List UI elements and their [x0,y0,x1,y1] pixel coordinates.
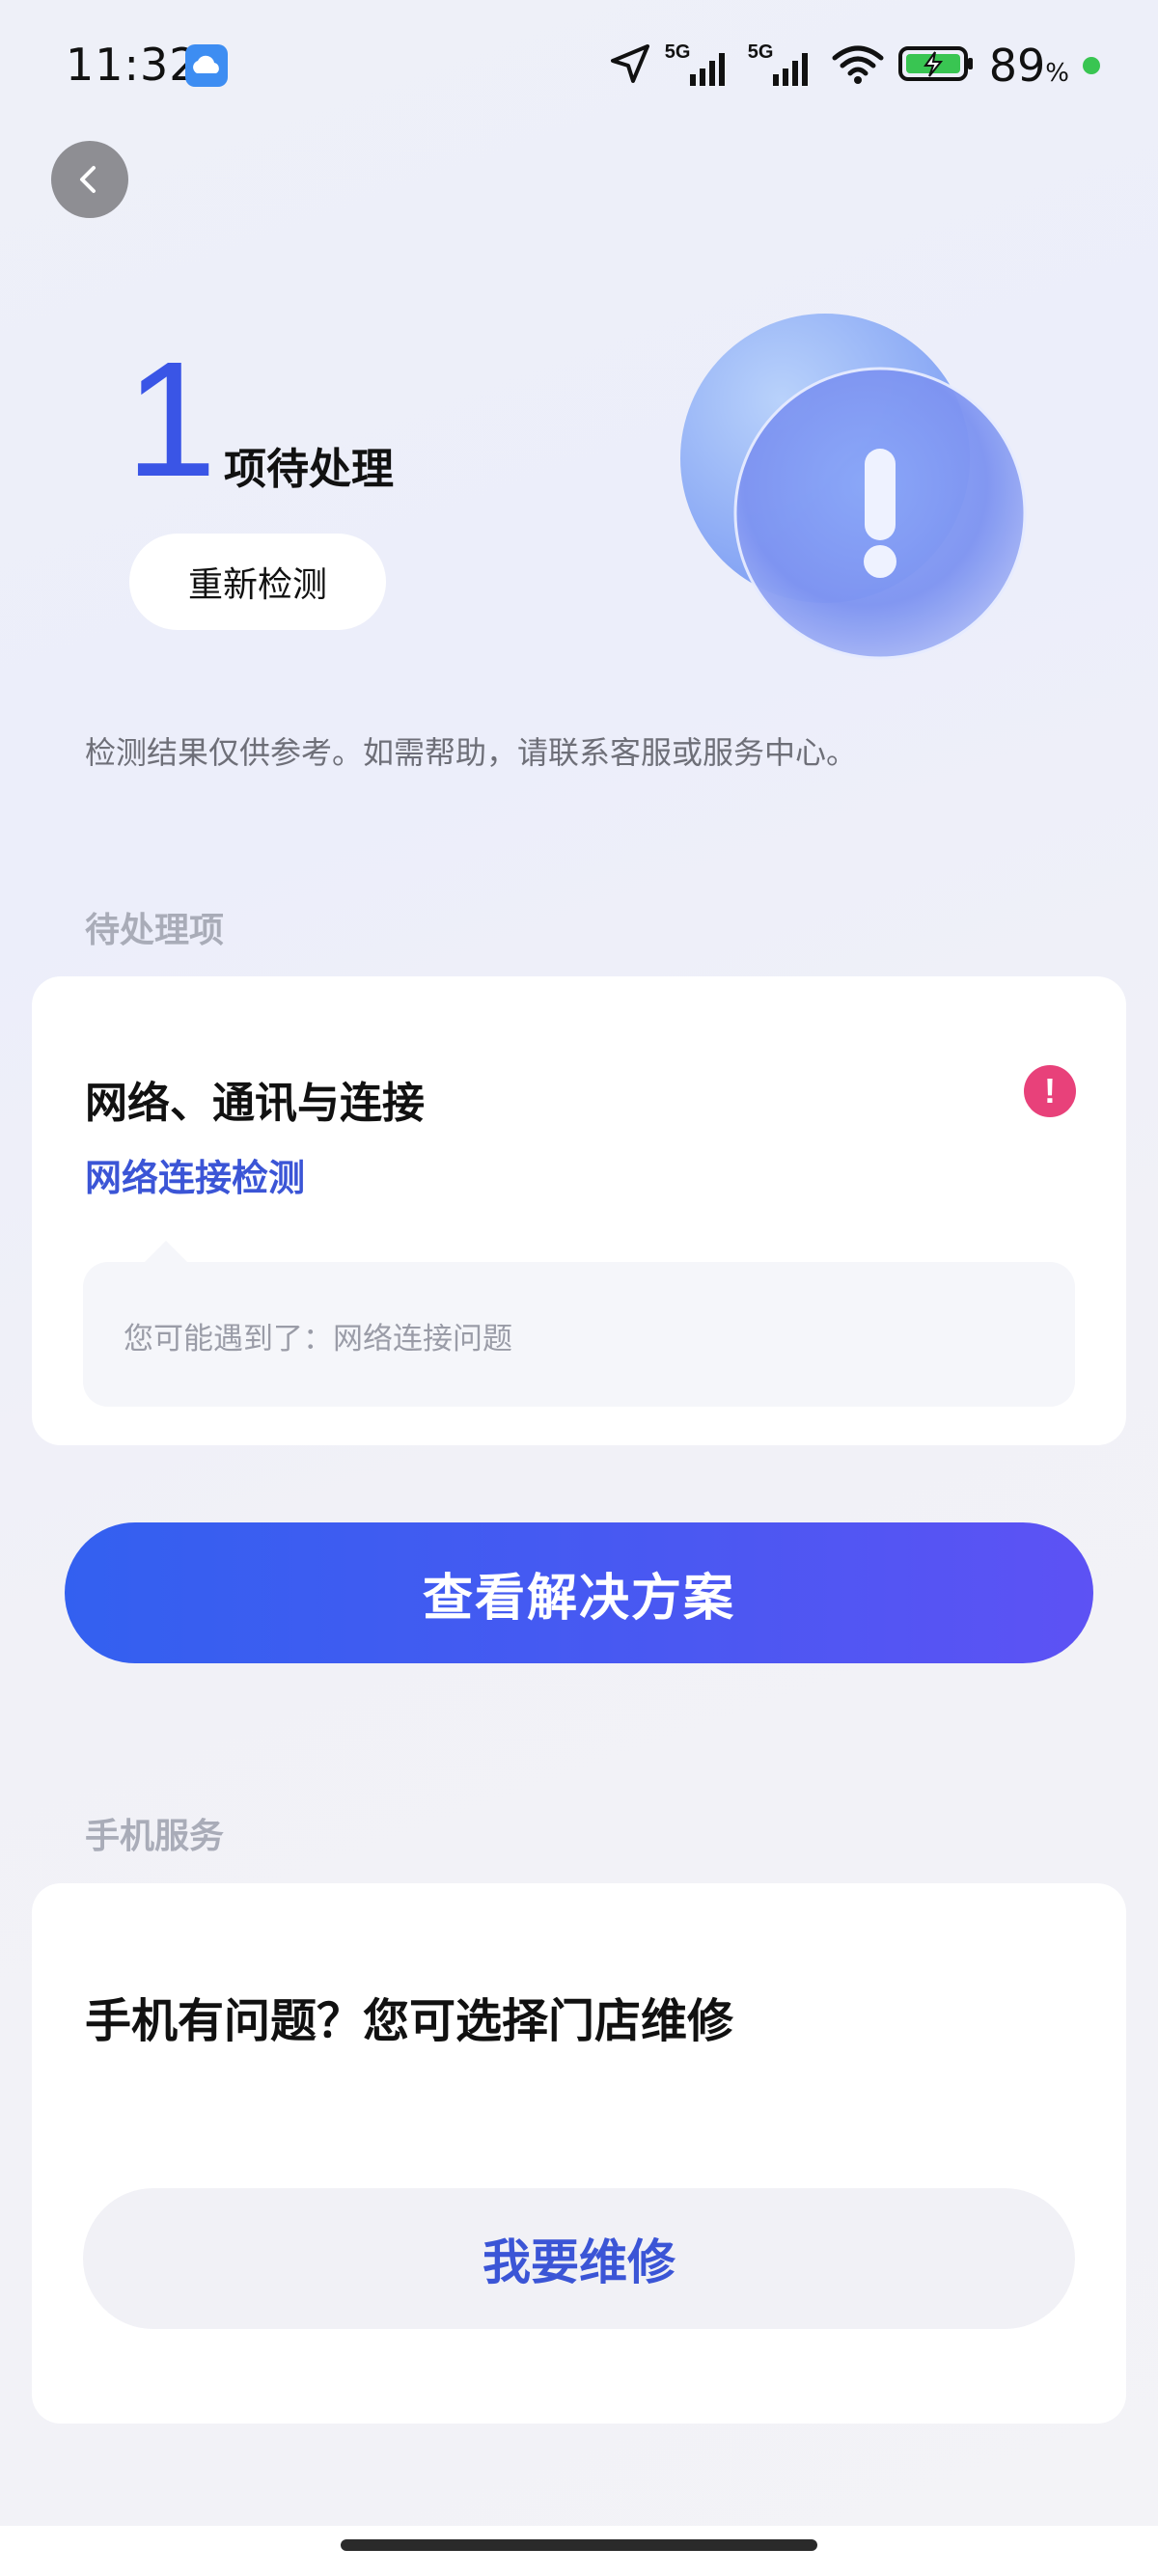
pending-count: 1 [125,328,217,511]
location-icon [609,42,651,89]
battery-icon [897,44,976,87]
signal-5g-icon-2: 5G [748,41,817,90]
pending-section-title: 待处理项 [85,911,225,950]
service-section-title: 手机服务 [85,1817,225,1856]
battery-percent: 89% [988,40,1069,92]
status-time: 11:32 [66,39,199,91]
issue-category: 网络、通讯与连接 [85,1079,425,1128]
status-icons: 5G 5G 89% [609,37,1100,95]
network-check-link[interactable]: 网络连接检测 [85,1148,305,1201]
cloud-icon [185,44,228,87]
privacy-indicator-dot [1083,57,1100,74]
signal-5g-icon: 5G [665,41,734,90]
back-button[interactable] [51,141,128,218]
service-question: 手机有问题？您可选择门店维修 [85,1994,734,2048]
hint-pointer [145,1241,187,1262]
navigation-bar [0,2526,1158,2576]
disclaimer-text: 检测结果仅供参考。如需帮助，请联系客服或服务中心。 [85,734,858,771]
hint-text: 您可能遇到了：网络连接问题 [124,1322,512,1357]
wifi-icon [831,42,885,89]
pending-label: 项待处理 [224,445,394,494]
home-indicator[interactable] [341,2539,817,2551]
alert-icon: ! [1024,1065,1076,1117]
repair-button[interactable]: 我要维修 [83,2188,1075,2329]
recheck-button[interactable]: 重新检测 [129,534,386,630]
chevron-left-icon [80,166,96,193]
warning-illustration-icon [666,299,1052,685]
view-solution-button[interactable]: 查看解决方案 [65,1522,1093,1663]
service-card [32,1883,1126,2424]
